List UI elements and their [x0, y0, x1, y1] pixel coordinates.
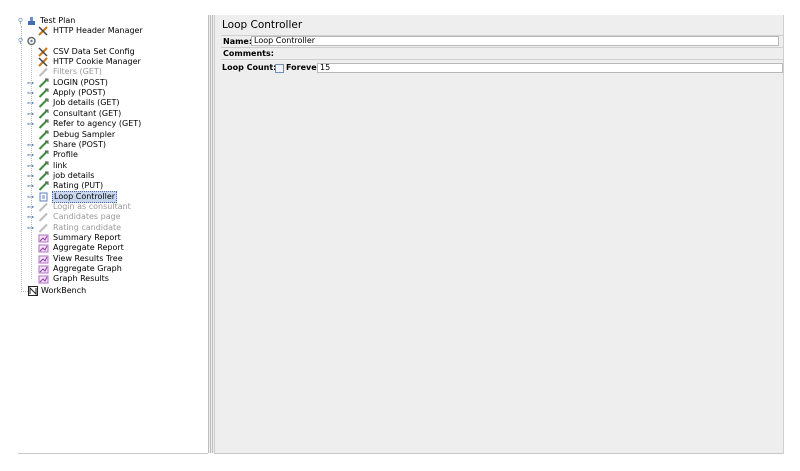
listener-icon	[38, 275, 49, 284]
tree-node-label: HTTP Cookie Manager	[53, 57, 141, 66]
sampler-icon	[38, 202, 48, 212]
thread-group-icon	[27, 36, 36, 46]
tree-node-label: Aggregate Graph	[53, 264, 122, 273]
tree-node-label: Profile	[53, 150, 78, 159]
loop-controller-editor: Loop Controller Name: Comments: Loop Cou…	[214, 15, 784, 454]
workbench-icon	[28, 286, 38, 296]
forever-label[interactable]: Forever	[286, 62, 321, 74]
loop-count-label: Loop Count:	[222, 63, 277, 72]
sampler-icon	[38, 150, 49, 160]
sampler-icon	[38, 140, 49, 150]
tree-node-label: Share (POST)	[53, 140, 106, 149]
tree-label-workbench: WorkBench	[41, 286, 87, 295]
sampler-icon	[38, 223, 48, 233]
wrench-icon	[38, 57, 48, 67]
tree-node-label: link	[53, 161, 68, 170]
listener-icon	[38, 265, 49, 274]
loop-count-input[interactable]	[317, 63, 783, 73]
sampler-icon	[38, 78, 49, 88]
name-input[interactable]	[251, 36, 779, 46]
name-label: Name:	[223, 37, 253, 46]
tree-node-label: Summary Report	[53, 233, 121, 242]
collapse-toggle-test-plan[interactable]: ⚲	[17, 16, 24, 26]
sampler-icon	[38, 161, 49, 171]
tree-node-label: Consultant (GET)	[53, 109, 122, 118]
sampler-icon	[38, 109, 49, 119]
editor-title: Loop Controller	[222, 19, 303, 31]
tree-node-label: job details	[53, 171, 95, 180]
test-plan-icon	[28, 17, 35, 25]
listener-icon	[38, 244, 49, 253]
sampler-icon	[38, 88, 49, 98]
loop-controller-icon	[39, 192, 48, 202]
tree-node-label: Login as consultant	[53, 202, 131, 211]
tree-node-label: Candidates page	[53, 212, 121, 221]
test-plan-tree[interactable]: ⚲ Test Plan HTTP Header Manager ⚲ CSV Data…	[0, 0, 208, 453]
tree-node-label: Apply (POST)	[53, 88, 106, 97]
sampler-icon	[38, 181, 49, 191]
sampler-icon	[38, 171, 49, 181]
comments-label: Comments:	[223, 49, 274, 58]
tree-node-label: Debug Sampler	[53, 130, 116, 139]
wrench-icon	[38, 26, 48, 36]
tree-node-label: CSV Data Set Config	[53, 47, 135, 56]
tree-node-label: Aggregate Report	[53, 243, 124, 252]
tree-node-label: LOGIN (POST)	[53, 78, 108, 87]
sampler-icon	[38, 119, 49, 129]
tree-node-label: Rating (PUT)	[53, 181, 104, 190]
sampler-icon	[38, 212, 48, 222]
comments-row[interactable]: Comments:	[221, 48, 783, 60]
sampler-icon	[38, 130, 49, 140]
tree-node-label: View Results Tree	[53, 254, 123, 263]
listener-icon	[38, 255, 49, 264]
sampler-icon	[38, 98, 49, 108]
tree-node-label: Refer to agency (GET)	[53, 119, 142, 128]
name-row: Name:	[221, 35, 783, 48]
tree-node-label: HTTP Header Manager	[53, 26, 143, 35]
tree-node-label: Rating candidate	[53, 223, 122, 232]
wrench-icon	[38, 47, 48, 57]
forever-checkbox[interactable]	[275, 64, 284, 73]
loop-count-row: Loop Count: Forever	[222, 62, 783, 74]
tree-node-label: Job details (GET)	[53, 98, 120, 107]
tree-node-label: Filters (GET)	[53, 67, 102, 76]
sampler-icon	[38, 67, 48, 77]
tree-node-label: Graph Results	[53, 274, 109, 283]
listener-icon	[38, 234, 49, 243]
tree-label-test-plan: Test Plan	[40, 16, 76, 25]
